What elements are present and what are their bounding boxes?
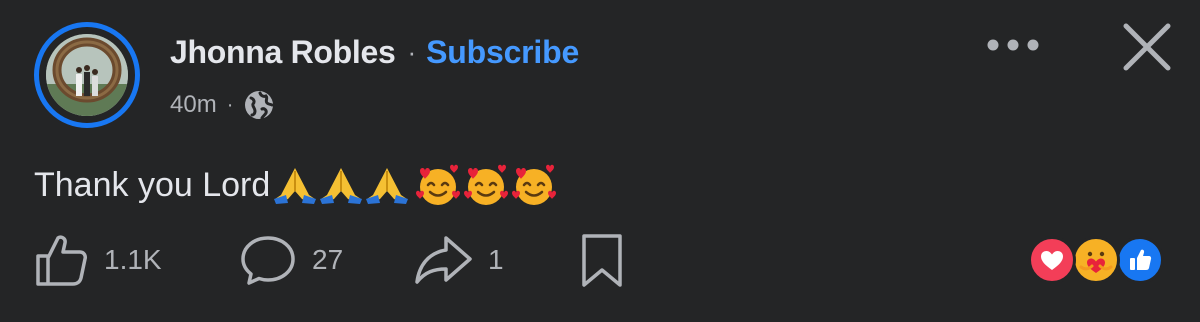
save-button[interactable]: [578, 230, 626, 290]
post-emojis: [272, 163, 558, 207]
globe-icon[interactable]: [243, 89, 275, 121]
author-name[interactable]: Jhonna Robles: [170, 34, 396, 71]
close-icon: [1123, 23, 1171, 71]
share-button[interactable]: 1: [412, 230, 504, 290]
smiling-face-with-hearts-emoji: [512, 164, 557, 205]
like-button[interactable]: 1.1K: [34, 230, 162, 290]
care-reaction-icon: [1072, 236, 1120, 284]
avatar[interactable]: [34, 22, 140, 128]
share-icon: [415, 236, 472, 284]
post-timestamp[interactable]: 40m: [170, 91, 217, 119]
author-line: Jhonna Robles · Subscribe: [170, 30, 579, 74]
comment-button[interactable]: 27: [238, 230, 343, 290]
comment-icon: [241, 236, 295, 285]
subscribe-button[interactable]: Subscribe: [426, 34, 579, 71]
folded-hands-emoji: [274, 168, 317, 204]
share-count: 1: [488, 244, 504, 275]
like-reaction-icon: [1116, 236, 1164, 284]
comment-count: 27: [312, 244, 344, 275]
separator-dot: ·: [407, 36, 417, 67]
bookmark-icon: [582, 234, 622, 287]
folded-hands-emoji: [366, 168, 409, 204]
post-meta: 40m ·: [170, 86, 275, 124]
love-reaction-icon: [1028, 236, 1076, 284]
folded-hands-emoji: [320, 168, 363, 204]
thumbs-up-icon: [36, 235, 87, 286]
smiling-face-with-hearts-emoji: [464, 164, 509, 205]
close-button[interactable]: [1118, 18, 1176, 76]
reactions-summary[interactable]: [1028, 236, 1168, 284]
post-text: Thank you Lord: [34, 165, 271, 204]
avatar-image: [46, 34, 128, 116]
like-count: 1.1K: [104, 244, 162, 275]
meta-separator-dot: ·: [226, 93, 234, 116]
smiling-face-with-hearts-emoji: [416, 164, 461, 205]
post-body: Thank you Lord: [34, 160, 558, 210]
more-icon: [987, 39, 1039, 51]
more-options-button[interactable]: [980, 28, 1046, 62]
